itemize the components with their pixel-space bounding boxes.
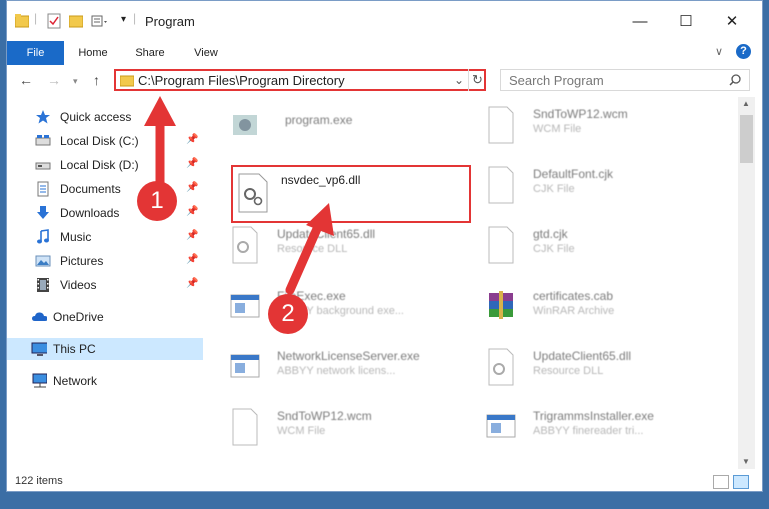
step-1-badge: 1 — [137, 181, 177, 221]
arrow-2 — [285, 217, 325, 295]
annotation-arrows — [144, 96, 334, 295]
step-2-badge: 2 — [268, 294, 308, 334]
arrow-1-head — [144, 96, 176, 126]
